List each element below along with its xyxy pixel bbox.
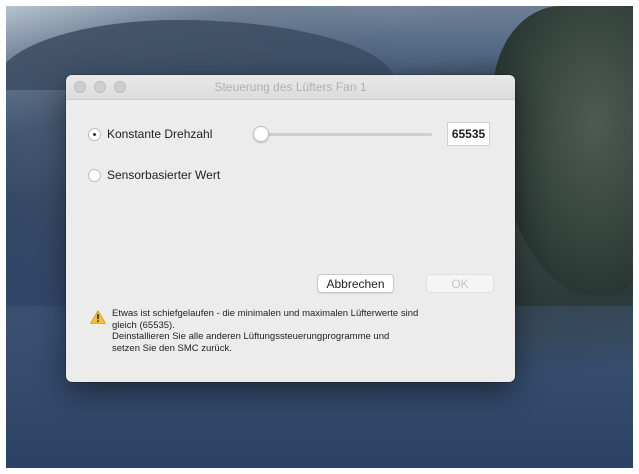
radio-sensor-based-label: Sensorbasierter Wert — [107, 168, 221, 182]
window-title: Steuerung des Lüfters Fan 1 — [214, 80, 367, 94]
warning-line: Etwas ist schiefgelaufen - die minimalen… — [112, 308, 419, 319]
speed-slider-thumb[interactable] — [253, 126, 269, 142]
warning-message: Etwas ist schiefgelaufen - die minimalen… — [112, 308, 502, 354]
fan-control-dialog: Steuerung des Lüfters Fan 1 Konstante Dr… — [66, 75, 515, 382]
speed-slider-track[interactable] — [254, 133, 432, 136]
radio-sensor-based[interactable]: Sensorbasierter Wert — [88, 168, 220, 182]
radio-constant-speed[interactable]: Konstante Drehzahl — [88, 127, 212, 141]
warning-triangle-icon — [90, 310, 106, 324]
warning-line: gleich (65535). — [112, 319, 175, 331]
warning-line: setzen Sie den SMC zurück. — [112, 342, 232, 354]
title-bar[interactable]: Steuerung des Lüfters Fan 1 — [66, 75, 515, 100]
speed-value-field[interactable]: 65535 — [447, 122, 490, 146]
ok-button[interactable]: OK — [426, 274, 494, 293]
cancel-button[interactable]: Abbrechen — [317, 274, 394, 293]
radio-constant-speed-label: Konstante Drehzahl — [107, 127, 213, 141]
radio-button-selected[interactable] — [88, 127, 101, 141]
radio-button-unselected[interactable] — [88, 168, 101, 182]
warning-line: Deinstallieren Sie alle anderen Lüftungs… — [112, 331, 390, 342]
